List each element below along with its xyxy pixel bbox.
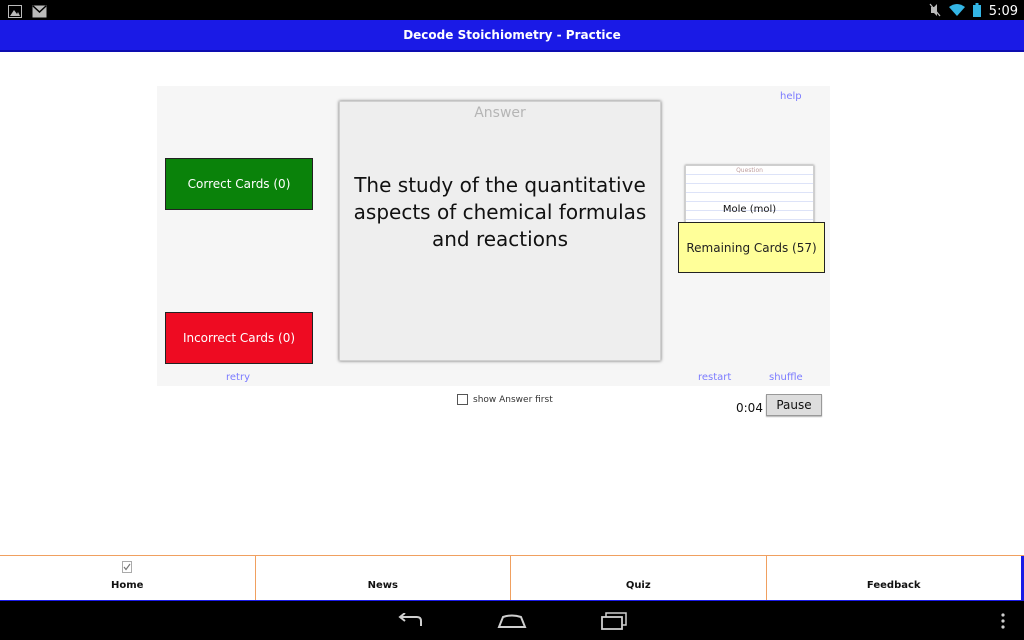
retry-link[interactable]: retry <box>226 372 250 383</box>
flash-card[interactable]: Answer The study of the quantitative asp… <box>339 101 661 361</box>
card-side-label: Answer <box>474 105 526 121</box>
restart-link[interactable]: restart <box>698 372 731 383</box>
home-icon[interactable] <box>497 613 527 633</box>
title-bar: Decode Stoichiometry - Practice <box>0 20 1024 52</box>
remaining-cards-button[interactable]: Remaining Cards (57) <box>678 222 825 273</box>
next-card-preview[interactable]: Question Mole (mol) <box>685 165 814 223</box>
correct-cards-button[interactable]: Correct Cards (0) <box>165 158 313 210</box>
tab-feedback[interactable]: Feedback <box>765 556 1024 600</box>
status-bar: 5:09 <box>0 0 1024 20</box>
tab-feedback-label: Feedback <box>866 580 921 591</box>
wifi-icon <box>948 2 965 21</box>
back-icon[interactable] <box>395 612 425 633</box>
shuffle-link[interactable]: shuffle <box>769 372 803 383</box>
battery-icon <box>972 2 981 21</box>
show-answer-first-label: show Answer first <box>473 394 553 405</box>
tab-news-label: News <box>367 580 398 591</box>
pause-button[interactable]: Pause <box>766 394 822 416</box>
clock: 5:09 <box>988 4 1018 19</box>
next-card-label: Question <box>736 167 763 174</box>
tab-news[interactable]: News <box>254 556 511 600</box>
check-document-icon <box>122 561 133 576</box>
mute-icon <box>929 2 941 21</box>
tab-home-label: Home <box>111 580 144 591</box>
timer: 0:04 <box>736 401 763 415</box>
page-title: Decode Stoichiometry - Practice <box>403 28 621 42</box>
recent-apps-icon[interactable] <box>600 612 628 634</box>
show-answer-first-option[interactable]: show Answer first <box>457 394 553 405</box>
system-nav-bar <box>0 601 1024 640</box>
card-text: The study of the quantitative aspects of… <box>353 173 647 251</box>
incorrect-cards-button[interactable]: Incorrect Cards (0) <box>165 312 313 364</box>
next-card-text: Mole (mol) <box>722 204 777 215</box>
tab-quiz-label: Quiz <box>625 580 651 591</box>
bottom-tab-bar: Home News Quiz Feedback <box>0 555 1024 601</box>
tab-home[interactable]: Home <box>0 556 255 600</box>
help-link[interactable]: help <box>780 91 802 102</box>
show-answer-first-checkbox[interactable] <box>457 394 468 405</box>
overflow-menu-icon[interactable] <box>1000 613 1006 633</box>
tab-quiz[interactable]: Quiz <box>510 556 766 600</box>
